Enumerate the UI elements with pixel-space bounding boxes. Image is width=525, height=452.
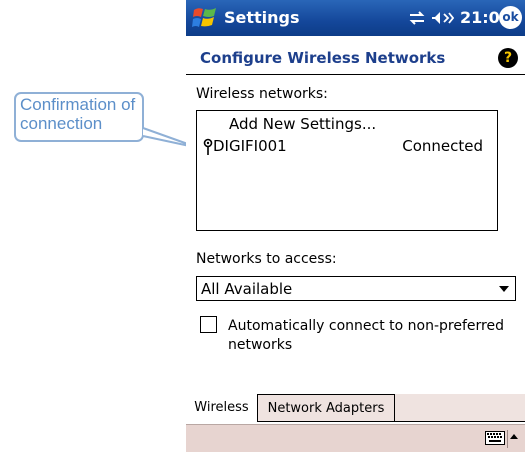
menu-bar bbox=[186, 424, 525, 452]
callout: Confirmation of connection bbox=[0, 0, 200, 200]
callout-text: Confirmation of connection bbox=[20, 95, 136, 133]
network-name: DIGIFI001 bbox=[213, 137, 287, 155]
windows-start-icon[interactable] bbox=[191, 4, 219, 32]
tab-strip: Wireless Network Adapters bbox=[186, 394, 525, 424]
list-item-label: Add New Settings... bbox=[229, 115, 377, 133]
sip-up-arrow-icon[interactable] bbox=[510, 434, 518, 439]
networks-to-access-label: Networks to access: bbox=[196, 251, 337, 267]
header-divider bbox=[186, 74, 525, 75]
help-icon[interactable]: ? bbox=[498, 48, 518, 68]
title-bar-title: Settings bbox=[224, 8, 300, 27]
wireless-networks-label: Wireless networks: bbox=[196, 86, 328, 102]
device-screen: Settings 21:00 ok Configure Wireless Net… bbox=[186, 0, 525, 452]
select-value: All Available bbox=[201, 280, 293, 298]
connectivity-icon[interactable] bbox=[408, 11, 426, 25]
menu-separator bbox=[507, 430, 508, 448]
auto-connect-checkbox[interactable] bbox=[200, 316, 217, 333]
tab-strip-filler bbox=[395, 394, 525, 422]
chevron-down-icon[interactable] bbox=[499, 286, 509, 292]
tab-network-adapters[interactable]: Network Adapters bbox=[258, 394, 395, 422]
network-status: Connected bbox=[402, 137, 483, 155]
list-item-add-new-settings[interactable]: Add New Settings... bbox=[197, 115, 497, 135]
title-bar: Settings 21:00 ok bbox=[186, 0, 525, 36]
ok-button[interactable]: ok bbox=[499, 6, 522, 29]
speaker-icon[interactable] bbox=[432, 10, 454, 26]
networks-to-access-select[interactable]: All Available bbox=[196, 276, 516, 301]
auto-connect-label[interactable]: Automatically connect to non-preferred n… bbox=[228, 317, 518, 355]
wireless-networks-list[interactable]: Add New Settings... DIGIFI001 Connected bbox=[196, 110, 498, 231]
page-title: Configure Wireless Networks bbox=[200, 49, 446, 67]
tab-wireless[interactable]: Wireless bbox=[186, 394, 258, 422]
keyboard-icon[interactable] bbox=[485, 431, 505, 445]
list-item-network[interactable]: DIGIFI001 Connected bbox=[197, 137, 497, 157]
